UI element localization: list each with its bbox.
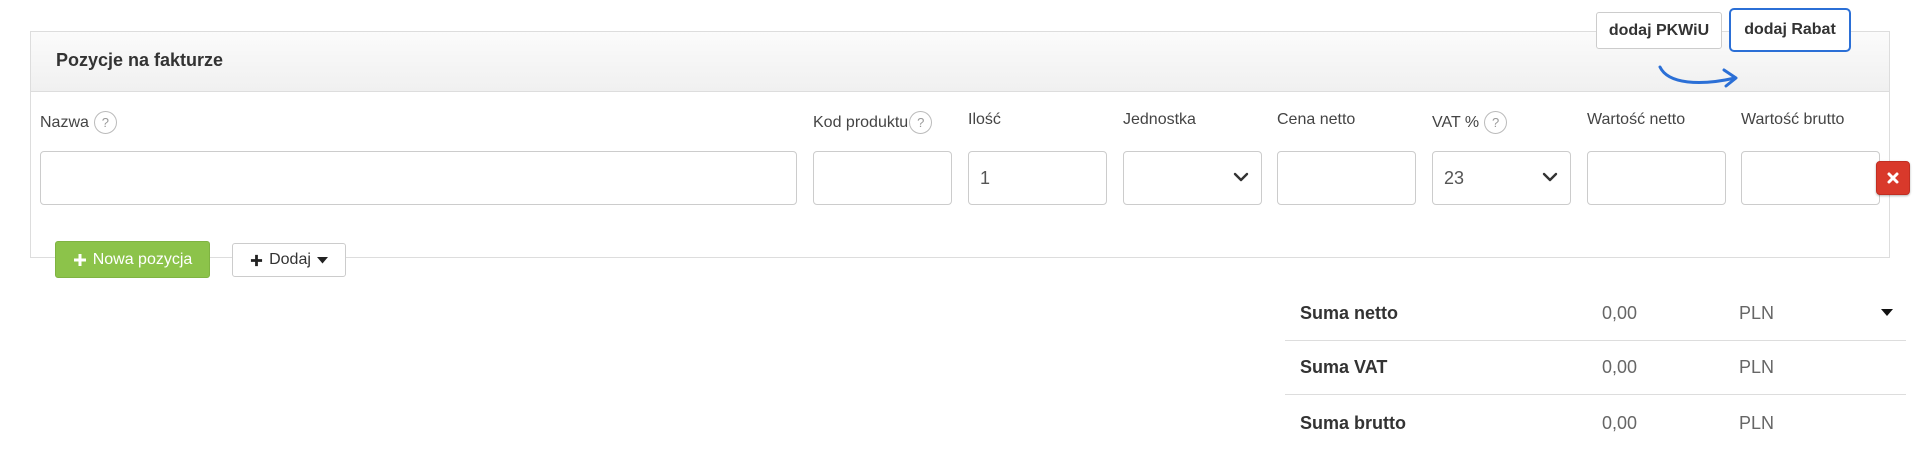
- column-label: Wartość netto: [1587, 111, 1686, 128]
- add-rabat-button[interactable]: dodaj Rabat: [1729, 8, 1851, 52]
- wartosc-brutto-input[interactable]: [1741, 151, 1880, 205]
- summary-row-brutto: Suma brutto 0,00 PLN: [1285, 396, 1906, 450]
- wartosc-netto-input[interactable]: [1587, 151, 1726, 205]
- summary-currency: PLN: [1739, 412, 1775, 433]
- summary-label: Suma brutto: [1300, 412, 1406, 433]
- new-item-label: Nowa pozycja: [92, 250, 193, 268]
- vat-select[interactable]: 23: [1432, 151, 1571, 205]
- plus-icon: [73, 253, 86, 266]
- column-label: Ilość: [968, 111, 1001, 128]
- column-ilosc: Ilość: [968, 111, 1001, 129]
- vat-value: 23: [1444, 167, 1465, 188]
- chevron-down-icon: [1542, 172, 1558, 182]
- summary-value: 0,00: [1602, 357, 1638, 377]
- summary-currency: PLN: [1739, 357, 1775, 377]
- column-label: Kod produktu: [813, 113, 909, 131]
- dodaj-dropdown-button[interactable]: Dodaj: [232, 243, 346, 277]
- chevron-down-icon: [1233, 172, 1249, 182]
- nazwa-input[interactable]: [40, 151, 797, 205]
- column-kod-produktu: Kod produktu ?: [813, 111, 933, 134]
- column-jednostka: Jednostka: [1123, 111, 1196, 129]
- summary-label: Suma netto: [1300, 303, 1399, 323]
- invoice-items-panel: Pozycje na fakturze: [30, 31, 1890, 258]
- summary-value: 0,00: [1602, 303, 1638, 323]
- ilosc-input[interactable]: 1: [968, 151, 1107, 205]
- column-nazwa: Nazwa ?: [40, 111, 117, 134]
- column-vat: VAT % ?: [1432, 111, 1508, 134]
- column-wartosc-brutto: Wartość brutto: [1741, 111, 1844, 129]
- help-icon[interactable]: ?: [93, 111, 117, 134]
- caret-down-icon[interactable]: [1881, 309, 1893, 317]
- dodaj-label: Dodaj: [269, 251, 311, 268]
- column-label: Wartość brutto: [1741, 111, 1845, 128]
- summary-value: 0,00: [1602, 412, 1638, 433]
- new-item-button[interactable]: Nowa pozycja: [55, 241, 210, 278]
- column-label: VAT %: [1432, 113, 1480, 131]
- summary-row-netto: Suma netto 0,00 PLN: [1285, 287, 1906, 341]
- arrow-annotation-icon: [1658, 65, 1738, 88]
- column-cena-netto: Cena netto: [1277, 111, 1355, 129]
- summary-currency: PLN: [1739, 303, 1775, 323]
- close-icon: [1887, 172, 1899, 184]
- column-wartosc-netto: Wartość netto: [1587, 111, 1685, 129]
- plus-icon: [251, 254, 263, 266]
- panel-title: Pozycje na fakturze: [56, 50, 224, 70]
- add-pkwiu-button[interactable]: dodaj PKWiU: [1596, 12, 1722, 49]
- jednostka-select[interactable]: [1123, 151, 1262, 205]
- cena-netto-input[interactable]: [1277, 151, 1416, 205]
- caret-down-icon: [316, 256, 328, 263]
- column-label: Cena netto: [1277, 111, 1356, 128]
- help-icon[interactable]: ?: [1484, 111, 1508, 134]
- help-icon[interactable]: ?: [909, 111, 933, 134]
- delete-row-button[interactable]: [1876, 161, 1910, 195]
- column-label: Jednostka: [1123, 111, 1196, 128]
- kod-produktu-input[interactable]: [813, 151, 952, 205]
- summary-row-vat: Suma VAT 0,00 PLN: [1285, 341, 1906, 395]
- summary-label: Suma VAT: [1300, 357, 1388, 377]
- column-label: Nazwa: [40, 113, 89, 131]
